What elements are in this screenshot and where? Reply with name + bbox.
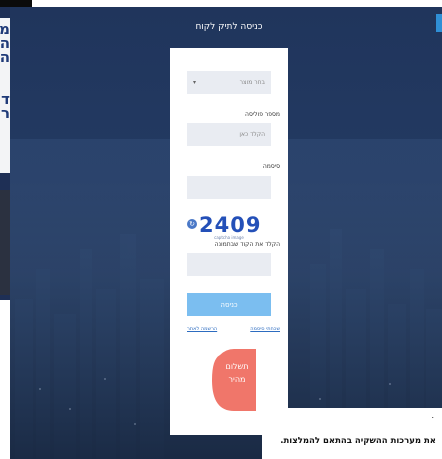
payment-badge-label: תשלום מהיר xyxy=(224,360,250,386)
payment-label-line: מהיר xyxy=(228,375,246,384)
quick-payment-button[interactable]: תשלום מהיר xyxy=(206,345,256,415)
password-label: סיסמה xyxy=(262,163,280,170)
captcha-input[interactable] xyxy=(187,253,271,276)
captcha-prompt: הקלד את הקוד שבתמונה xyxy=(214,241,280,248)
product-select-value: בחר מוצר xyxy=(239,79,265,86)
modal-title: כניסה לתיק לקוח xyxy=(195,22,263,32)
background-content-fragment: . את מערכות ההשקיה בהתאם להמלצות. xyxy=(262,408,442,459)
login-modal: בחר מוצר ▾ מספר פוליסה הקלד כאן סיסמה ↻ … xyxy=(170,48,288,435)
captcha-caption: captcha image xyxy=(214,235,244,240)
background-text-line: . xyxy=(431,411,434,420)
chevron-down-icon: ▾ xyxy=(193,79,197,86)
forgot-password-link[interactable]: שכחתי סיסמה xyxy=(250,326,280,332)
side-tab[interactable] xyxy=(436,14,442,32)
policy-number-label: מספר פוליסה xyxy=(245,111,280,118)
background-top-bar xyxy=(0,0,32,7)
refresh-icon[interactable]: ↻ xyxy=(187,219,197,229)
background-text-line: את מערכות ההשקיה בהתאם להמלצות. xyxy=(280,436,436,446)
captcha-image: ↻ 2409 xyxy=(187,215,271,237)
background-left-text: מהה דר xyxy=(0,18,10,173)
payment-label-line: תשלום xyxy=(225,362,249,371)
policy-number-input[interactable]: הקלד כאן xyxy=(187,123,271,146)
register-link[interactable]: הרשמה לאתר xyxy=(187,326,217,332)
captcha-code: 2409 xyxy=(199,215,262,237)
background-left-image xyxy=(0,190,10,295)
policy-number-placeholder: הקלד כאן xyxy=(239,131,265,138)
password-input[interactable] xyxy=(187,176,271,199)
product-select[interactable]: בחר מוצר ▾ xyxy=(187,71,271,94)
login-button[interactable]: כניסה xyxy=(187,293,271,316)
